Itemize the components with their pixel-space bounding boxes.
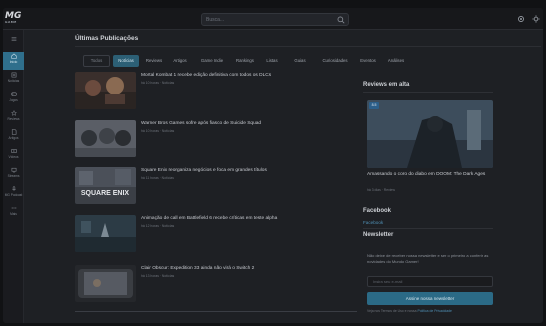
sidebar-item-more[interactable]: Mais: [3, 204, 24, 222]
screen-frame: MG GAME Início Notícias Jogos Reviews: [0, 0, 546, 326]
newsletter-footer-text: Veja nos Termos de Uso e nossa: [367, 309, 418, 313]
facebook-divider: [363, 228, 493, 229]
video-icon: [10, 149, 17, 153]
featured-review-title[interactable]: Amassando o coro do diabo em DOOM: The D…: [367, 172, 492, 179]
tab-guides[interactable]: Guias: [287, 55, 313, 67]
list-item[interactable]: Mortal Kombat 1 recebe edição definitiva…: [75, 72, 335, 110]
sidebar-item-reviews[interactable]: Reviews: [3, 109, 24, 127]
sidebar-item-news[interactable]: Notícias: [3, 71, 24, 89]
newsletter-description: Não deixe de receber nossa newsletter e …: [367, 253, 489, 264]
article-thumbnail[interactable]: [75, 265, 136, 302]
list-item[interactable]: Warner Bros Games sofre após fiasco de S…: [75, 120, 335, 158]
article-meta: há 10 horas · Notícias: [141, 129, 175, 133]
article-icon: [11, 129, 16, 135]
thumbnail-logo-text: SQUARE ENIX: [81, 190, 130, 197]
article-meta: há 11 horas · Notícias: [141, 176, 174, 180]
article-thumbnail[interactable]: [75, 72, 136, 109]
newsletter-heading: Newsletter: [363, 232, 394, 238]
gamepad-icon: [10, 92, 17, 96]
subscribe-button[interactable]: Assine nossa newsletter: [367, 292, 493, 305]
list-item[interactable]: Animação de call em Battlefield 6 recebe…: [75, 215, 335, 253]
logo-subtext: GAME: [5, 20, 17, 24]
newsletter-footer: Veja nos Termos de Uso e nossa Política …: [367, 309, 452, 313]
search-input[interactable]: [206, 15, 331, 25]
site-logo[interactable]: MG GAME: [5, 12, 25, 25]
article-thumbnail[interactable]: [75, 120, 136, 157]
article-title[interactable]: Clair Obscur: Expedition 33 ainda não vi…: [141, 266, 341, 271]
reviews-heading: Reviews em alta: [363, 82, 410, 88]
tab-rankings[interactable]: Rankings: [232, 55, 258, 67]
featured-review-meta: há 3 dias · Review: [367, 188, 395, 192]
sidebar-item-label: Reviews: [7, 117, 20, 121]
title-divider: [75, 46, 541, 47]
list-divider: [75, 311, 357, 312]
tab-indie[interactable]: Game Indie: [195, 55, 229, 67]
article-meta: há 10 horas · Notícias: [141, 81, 175, 85]
star-icon: [10, 110, 17, 116]
mic-icon: [11, 186, 16, 191]
theme-toggle-icon[interactable]: [532, 15, 540, 23]
sidebar-item-label: Início: [9, 60, 18, 64]
reviews-divider: [363, 92, 493, 93]
article-meta: há 13 horas · Notícias: [141, 274, 175, 278]
stream-icon: [11, 167, 16, 173]
tab-articles[interactable]: Artigos: [169, 55, 191, 67]
tab-reviews[interactable]: Reviews: [143, 55, 165, 67]
sidebar-item-streams[interactable]: Streams: [3, 166, 24, 184]
tab-curiosities[interactable]: Curiosidades: [320, 55, 350, 67]
tab-events[interactable]: Eventos: [355, 55, 381, 67]
sidebar-item-label: Streams: [7, 174, 20, 178]
sidebar-item-label: Vídeos: [8, 155, 19, 159]
home-icon: [10, 53, 17, 59]
newsletter-email-input[interactable]: [367, 276, 493, 287]
article-title[interactable]: Mortal Kombat 1 recebe edição definitiva…: [141, 73, 341, 78]
review-score-badge: 8.5: [369, 102, 379, 109]
article-title[interactable]: Animação de call em Battlefield 6 recebe…: [141, 216, 341, 221]
list-item[interactable]: Clair Obscur: Expedition 33 ainda não vi…: [75, 265, 335, 303]
sidebar-item-podcast[interactable]: MG Podcast: [3, 185, 24, 203]
tab-lists[interactable]: Listas: [262, 55, 282, 67]
sidebar: Início Notícias Jogos Reviews Artigos Ví…: [3, 30, 24, 323]
top-bar: MG GAME: [3, 8, 543, 30]
tab-analyses[interactable]: Análises: [383, 55, 409, 67]
app-window: MG GAME Início Notícias Jogos Reviews: [3, 8, 543, 323]
tab-all[interactable]: Todos: [83, 55, 110, 67]
dots-icon: [11, 207, 16, 209]
search-icon[interactable]: [337, 16, 345, 24]
article-title[interactable]: Square Enix reorganiza negócios e foca e…: [141, 168, 341, 173]
privacy-policy-link[interactable]: Política de Privacidade: [417, 309, 452, 313]
sidebar-item-label: Artigos: [8, 136, 19, 140]
facebook-link[interactable]: Facebook: [363, 220, 383, 225]
article-meta: há 12 horas · Notícias: [141, 224, 175, 228]
tab-news[interactable]: Notícias: [113, 55, 139, 67]
menu-icon: [11, 37, 16, 41]
sidebar-item-videos[interactable]: Vídeos: [3, 147, 24, 165]
sidebar-item-label: Notícias: [7, 79, 20, 83]
page-title: Últimas Publicações: [75, 35, 139, 42]
article-thumbnail[interactable]: SQUARE ENIX: [75, 167, 136, 204]
featured-review-image[interactable]: [367, 100, 493, 168]
facebook-heading: Facebook: [363, 208, 392, 214]
news-icon: [11, 72, 16, 78]
sidebar-item-label: MG Podcast: [4, 193, 23, 197]
sidebar-item-articles[interactable]: Artigos: [3, 128, 24, 146]
sidebar-item-label: Jogos: [9, 98, 18, 102]
sidebar-menu-toggle[interactable]: [3, 35, 24, 53]
article-thumbnail[interactable]: [75, 215, 136, 252]
settings-icon[interactable]: [517, 15, 525, 23]
sidebar-item-games[interactable]: Jogos: [3, 90, 24, 108]
sidebar-item-label: Mais: [10, 212, 17, 216]
article-title[interactable]: Warner Bros Games sofre após fiasco de S…: [141, 121, 341, 126]
list-item[interactable]: SQUARE ENIX Square Enix reorganiza negóc…: [75, 167, 335, 205]
search-box: [201, 13, 349, 26]
sidebar-item-home[interactable]: Início: [3, 52, 24, 70]
